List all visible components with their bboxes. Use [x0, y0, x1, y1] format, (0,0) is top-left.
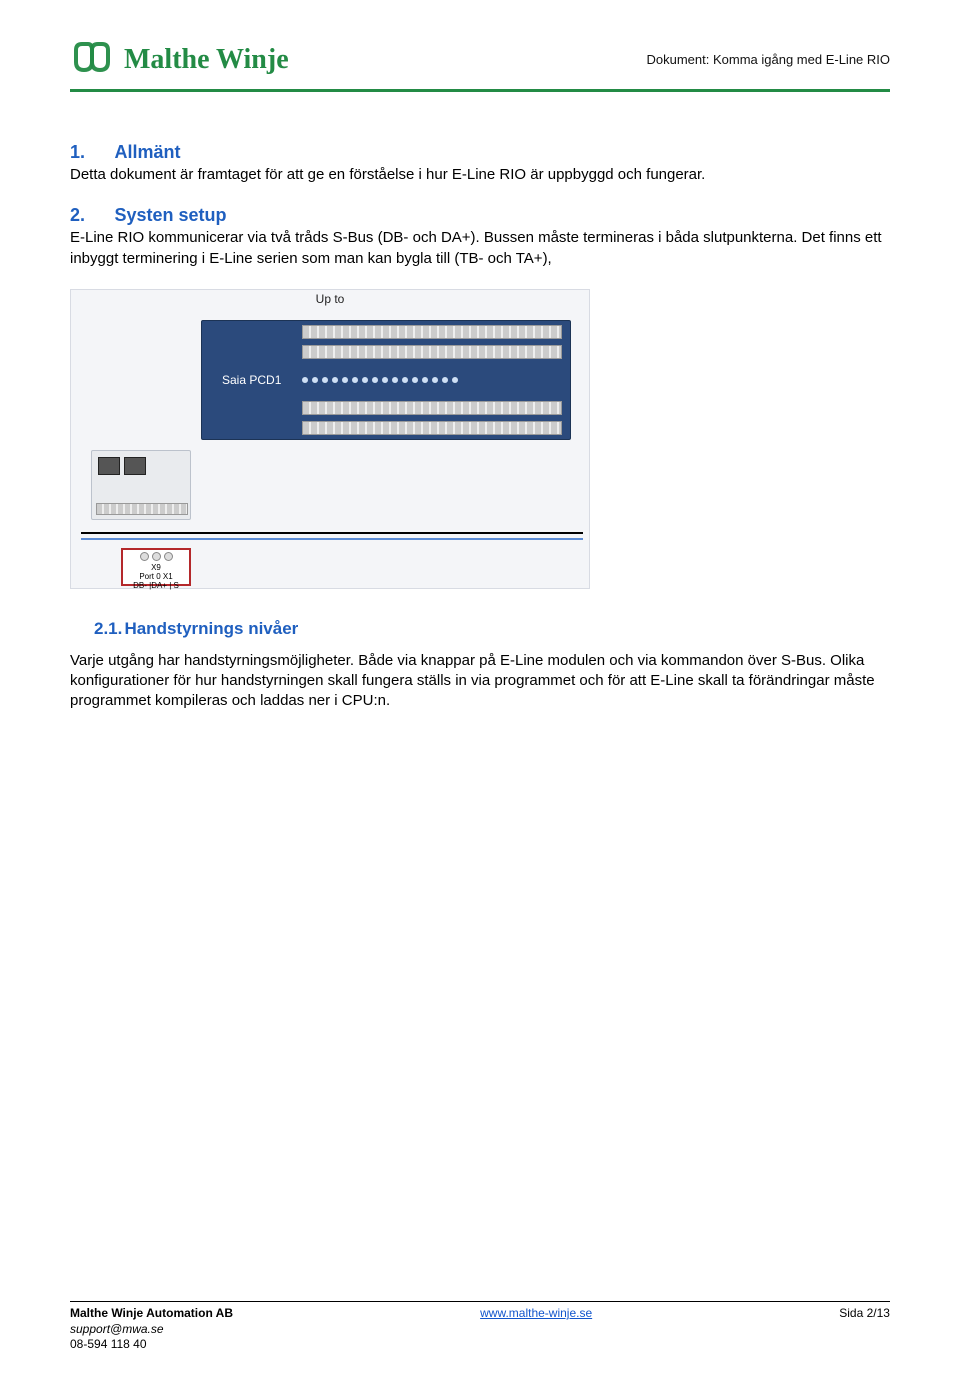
diagram-terminal-row	[302, 345, 562, 359]
footer-page-number: Sida 2/13	[839, 1306, 890, 1320]
section-1-title: Allmänt	[114, 142, 180, 162]
section-2-body: E-Line RIO kommunicerar via två tråds S-…	[70, 228, 890, 269]
footer-left: Malthe Winje Automation AB support@mwa.s…	[70, 1306, 233, 1353]
brand-logo-icon	[70, 40, 114, 79]
diagram-connector-pins: DB- |DA+ | S	[123, 581, 189, 590]
document-label: Dokument: Komma igång med E-Line RIO	[647, 52, 891, 67]
diagram-connector-port: Port 0 X1	[123, 572, 189, 581]
section-2-title: Systen setup	[114, 205, 226, 225]
system-diagram: Up to Saia PCD1 X9 Port 0 X1 DB- |DA+ | …	[70, 289, 590, 589]
section-1: 1. Allmänt Detta dokument är framtaget f…	[70, 142, 890, 185]
diagram-terminal-row	[302, 421, 562, 435]
section-2-1-body: Varje utgång har handstyrningsmöjlighete…	[70, 651, 890, 712]
diagram-bus-line	[81, 532, 583, 534]
diagram-connector-x9: X9	[123, 563, 189, 572]
diagram-led-row	[302, 377, 458, 383]
footer-center: www.malthe-winje.se	[480, 1306, 592, 1353]
diagram-cpu-terminal	[96, 503, 188, 515]
diagram-upto-label: Up to	[316, 292, 345, 306]
diagram-connector-box: X9 Port 0 X1 DB- |DA+ | S	[121, 548, 191, 586]
section-2: 2. Systen setup E-Line RIO kommunicerar …	[70, 205, 890, 269]
diagram-terminal-row	[302, 325, 562, 339]
footer-email: support@mwa.se	[70, 1322, 233, 1338]
footer-company: Malthe Winje Automation AB	[70, 1306, 233, 1322]
footer-url-link[interactable]: www.malthe-winje.se	[480, 1306, 592, 1320]
diagram-pcd-label: Saia PCD1	[222, 373, 281, 387]
brand-name: Malthe Winje	[124, 44, 289, 76]
section-2-1-title: Handstyrnings nivåer	[124, 619, 298, 638]
page-header: Malthe Winje Dokument: Komma igång med E…	[70, 40, 890, 92]
diagram-terminal-row	[302, 401, 562, 415]
brand-logo-block: Malthe Winje	[70, 40, 289, 79]
diagram-cpu-module	[91, 450, 191, 520]
section-2-number: 2.	[70, 205, 110, 226]
diagram-bus-line	[81, 538, 583, 540]
section-1-number: 1.	[70, 142, 110, 163]
diagram-pcd-module: Saia PCD1	[201, 320, 571, 440]
section-2-1-head: 2.1. Handstyrnings nivåer	[70, 619, 890, 639]
footer-right: Sida 2/13	[839, 1306, 890, 1353]
footer-phone: 08-594 118 40	[70, 1337, 233, 1353]
diagram-cpu-ports	[98, 457, 146, 475]
page-footer: Malthe Winje Automation AB support@mwa.s…	[70, 1301, 890, 1353]
section-2-1-number: 2.1.	[70, 619, 120, 639]
section-1-body: Detta dokument är framtaget för att ge e…	[70, 165, 890, 185]
